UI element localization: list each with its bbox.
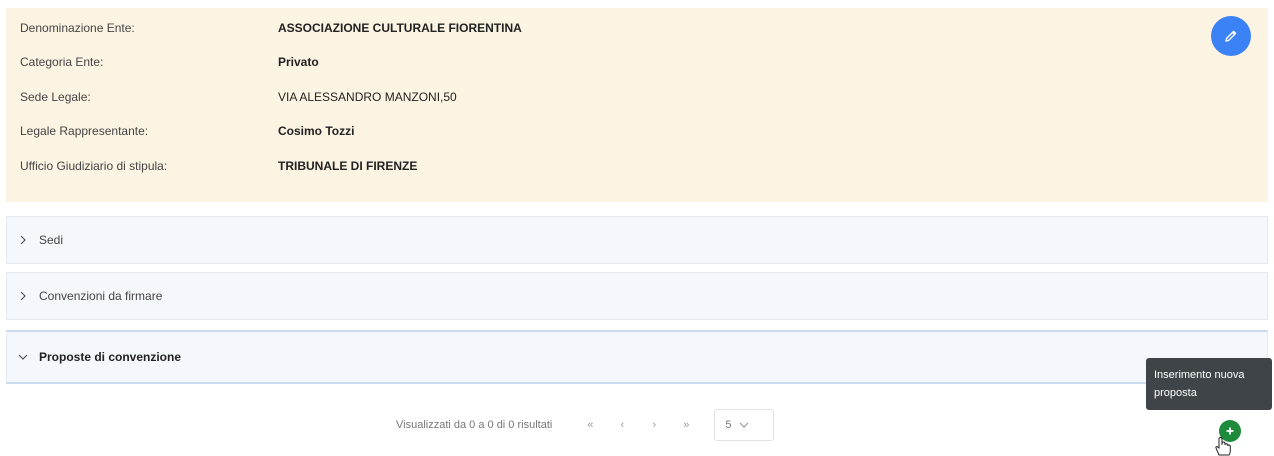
page-size-select[interactable]: 5 xyxy=(714,409,775,441)
add-proposal-tooltip: Inserimento nuova proposta xyxy=(1146,358,1272,410)
info-value: Cosimo Tozzi xyxy=(278,124,355,138)
info-label: Legale Rappresentante: xyxy=(20,124,149,138)
chevron-right-icon xyxy=(17,234,29,246)
accordion-label: Proposte di convenzione xyxy=(39,350,182,364)
accordion-convenzioni-da-firmare[interactable]: Convenzioni da firmare xyxy=(6,272,1268,320)
info-value: TRIBUNALE DI FIRENZE xyxy=(278,159,418,173)
page: Denominazione Ente: ASSOCIAZIONE CULTURA… xyxy=(0,0,1274,456)
info-value: VIA ALESSANDRO MANZONI,50 xyxy=(278,90,457,104)
accordion-proposte-di-convenzione[interactable]: Proposte di convenzione xyxy=(6,330,1268,384)
pagination: Visualizzati da 0 a 0 di 0 risultati « ‹… xyxy=(396,408,775,442)
pencil-icon xyxy=(1225,30,1237,42)
info-label: Categoria Ente: xyxy=(20,55,104,69)
accordion-sedi[interactable]: Sedi xyxy=(6,216,1268,264)
chevron-down-icon xyxy=(17,351,29,363)
chevron-right-icon xyxy=(17,290,29,302)
accordion-label: Convenzioni da firmare xyxy=(39,289,163,303)
info-label: Ufficio Giudiziario di stipula: xyxy=(20,159,168,173)
first-page-button[interactable]: « xyxy=(583,419,597,431)
hand-cursor-icon xyxy=(1215,436,1231,456)
ente-info-card: Denominazione Ente: ASSOCIAZIONE CULTURA… xyxy=(6,8,1268,202)
pagination-summary: Visualizzati da 0 a 0 di 0 risultati xyxy=(396,419,553,431)
plus-icon xyxy=(1226,427,1234,435)
next-page-button[interactable]: › xyxy=(647,419,661,431)
accordion-label: Sedi xyxy=(39,233,64,247)
edit-ente-button[interactable] xyxy=(1211,16,1251,56)
info-value: Privato xyxy=(278,55,319,69)
last-page-button[interactable]: » xyxy=(679,419,693,431)
info-label: Sede Legale: xyxy=(20,90,91,104)
prev-page-button[interactable]: ‹ xyxy=(615,419,629,431)
chevron-down-icon xyxy=(739,422,749,428)
info-label: Denominazione Ente: xyxy=(20,21,135,35)
page-size-value: 5 xyxy=(725,419,732,431)
info-value: ASSOCIAZIONE CULTURALE FIORENTINA xyxy=(278,21,522,35)
